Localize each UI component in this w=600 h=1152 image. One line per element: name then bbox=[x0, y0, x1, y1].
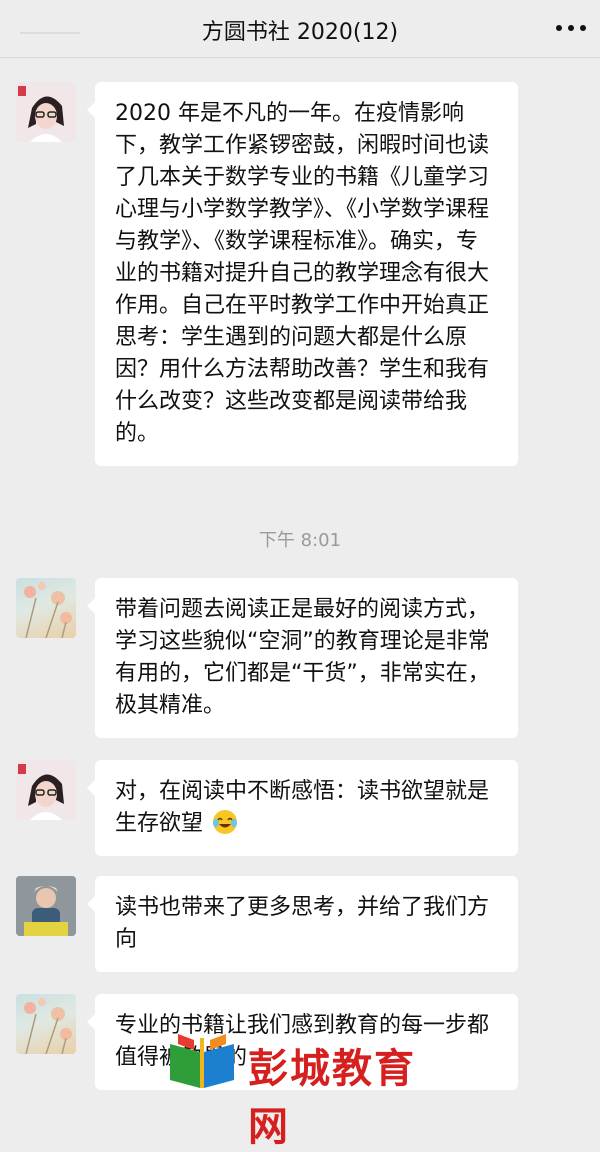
flower-avatar[interactable] bbox=[16, 994, 76, 1054]
message-bubble[interactable]: 带着问题去阅读正是最好的阅读方式，学习这些貌似“空洞”的教育理论是非常有用的，它… bbox=[87, 578, 518, 738]
timestamp: 下午 8:01 bbox=[258, 530, 342, 551]
more-options-icon[interactable] bbox=[556, 18, 586, 38]
teacher-avatar[interactable] bbox=[16, 760, 76, 820]
chat-header: 方圆书社 2020(12) bbox=[0, 0, 600, 58]
watermark-text: 彭城教育网 bbox=[248, 1046, 416, 1150]
message-text: 2020 年是不凡的一年。在疫情影响下，教学工作紧锣密鼓，闲暇时间也读了几本关于… bbox=[115, 101, 490, 446]
teacher-avatar[interactable] bbox=[16, 82, 76, 142]
message-bubble[interactable]: 读书也带来了更多思考，并给了我们方向 bbox=[87, 876, 518, 972]
message-text: 读书也带来了更多思考，并给了我们方向 bbox=[115, 895, 490, 952]
message-bubble[interactable]: 2020 年是不凡的一年。在疫情影响下，教学工作紧锣密鼓，闲暇时间也读了几本关于… bbox=[87, 82, 518, 466]
message-text: 对，在阅读中不断感悟：读书欲望就是生存欲望 bbox=[115, 779, 490, 836]
book-logo-icon bbox=[170, 1034, 234, 1088]
child-avatar[interactable] bbox=[16, 876, 76, 936]
flower-avatar[interactable] bbox=[16, 578, 76, 638]
message-text: 带着问题去阅读正是最好的阅读方式，学习这些貌似“空洞”的教育理论是非常有用的，它… bbox=[115, 597, 490, 718]
chat-title: 方圆书社 2020(12) bbox=[201, 20, 399, 45]
laughing-crying-emoji-icon bbox=[212, 809, 238, 835]
watermark-logo: 彭城教育网 bbox=[160, 1030, 450, 1150]
message-bubble[interactable]: 对，在阅读中不断感悟：读书欲望就是生存欲望 bbox=[87, 760, 518, 856]
